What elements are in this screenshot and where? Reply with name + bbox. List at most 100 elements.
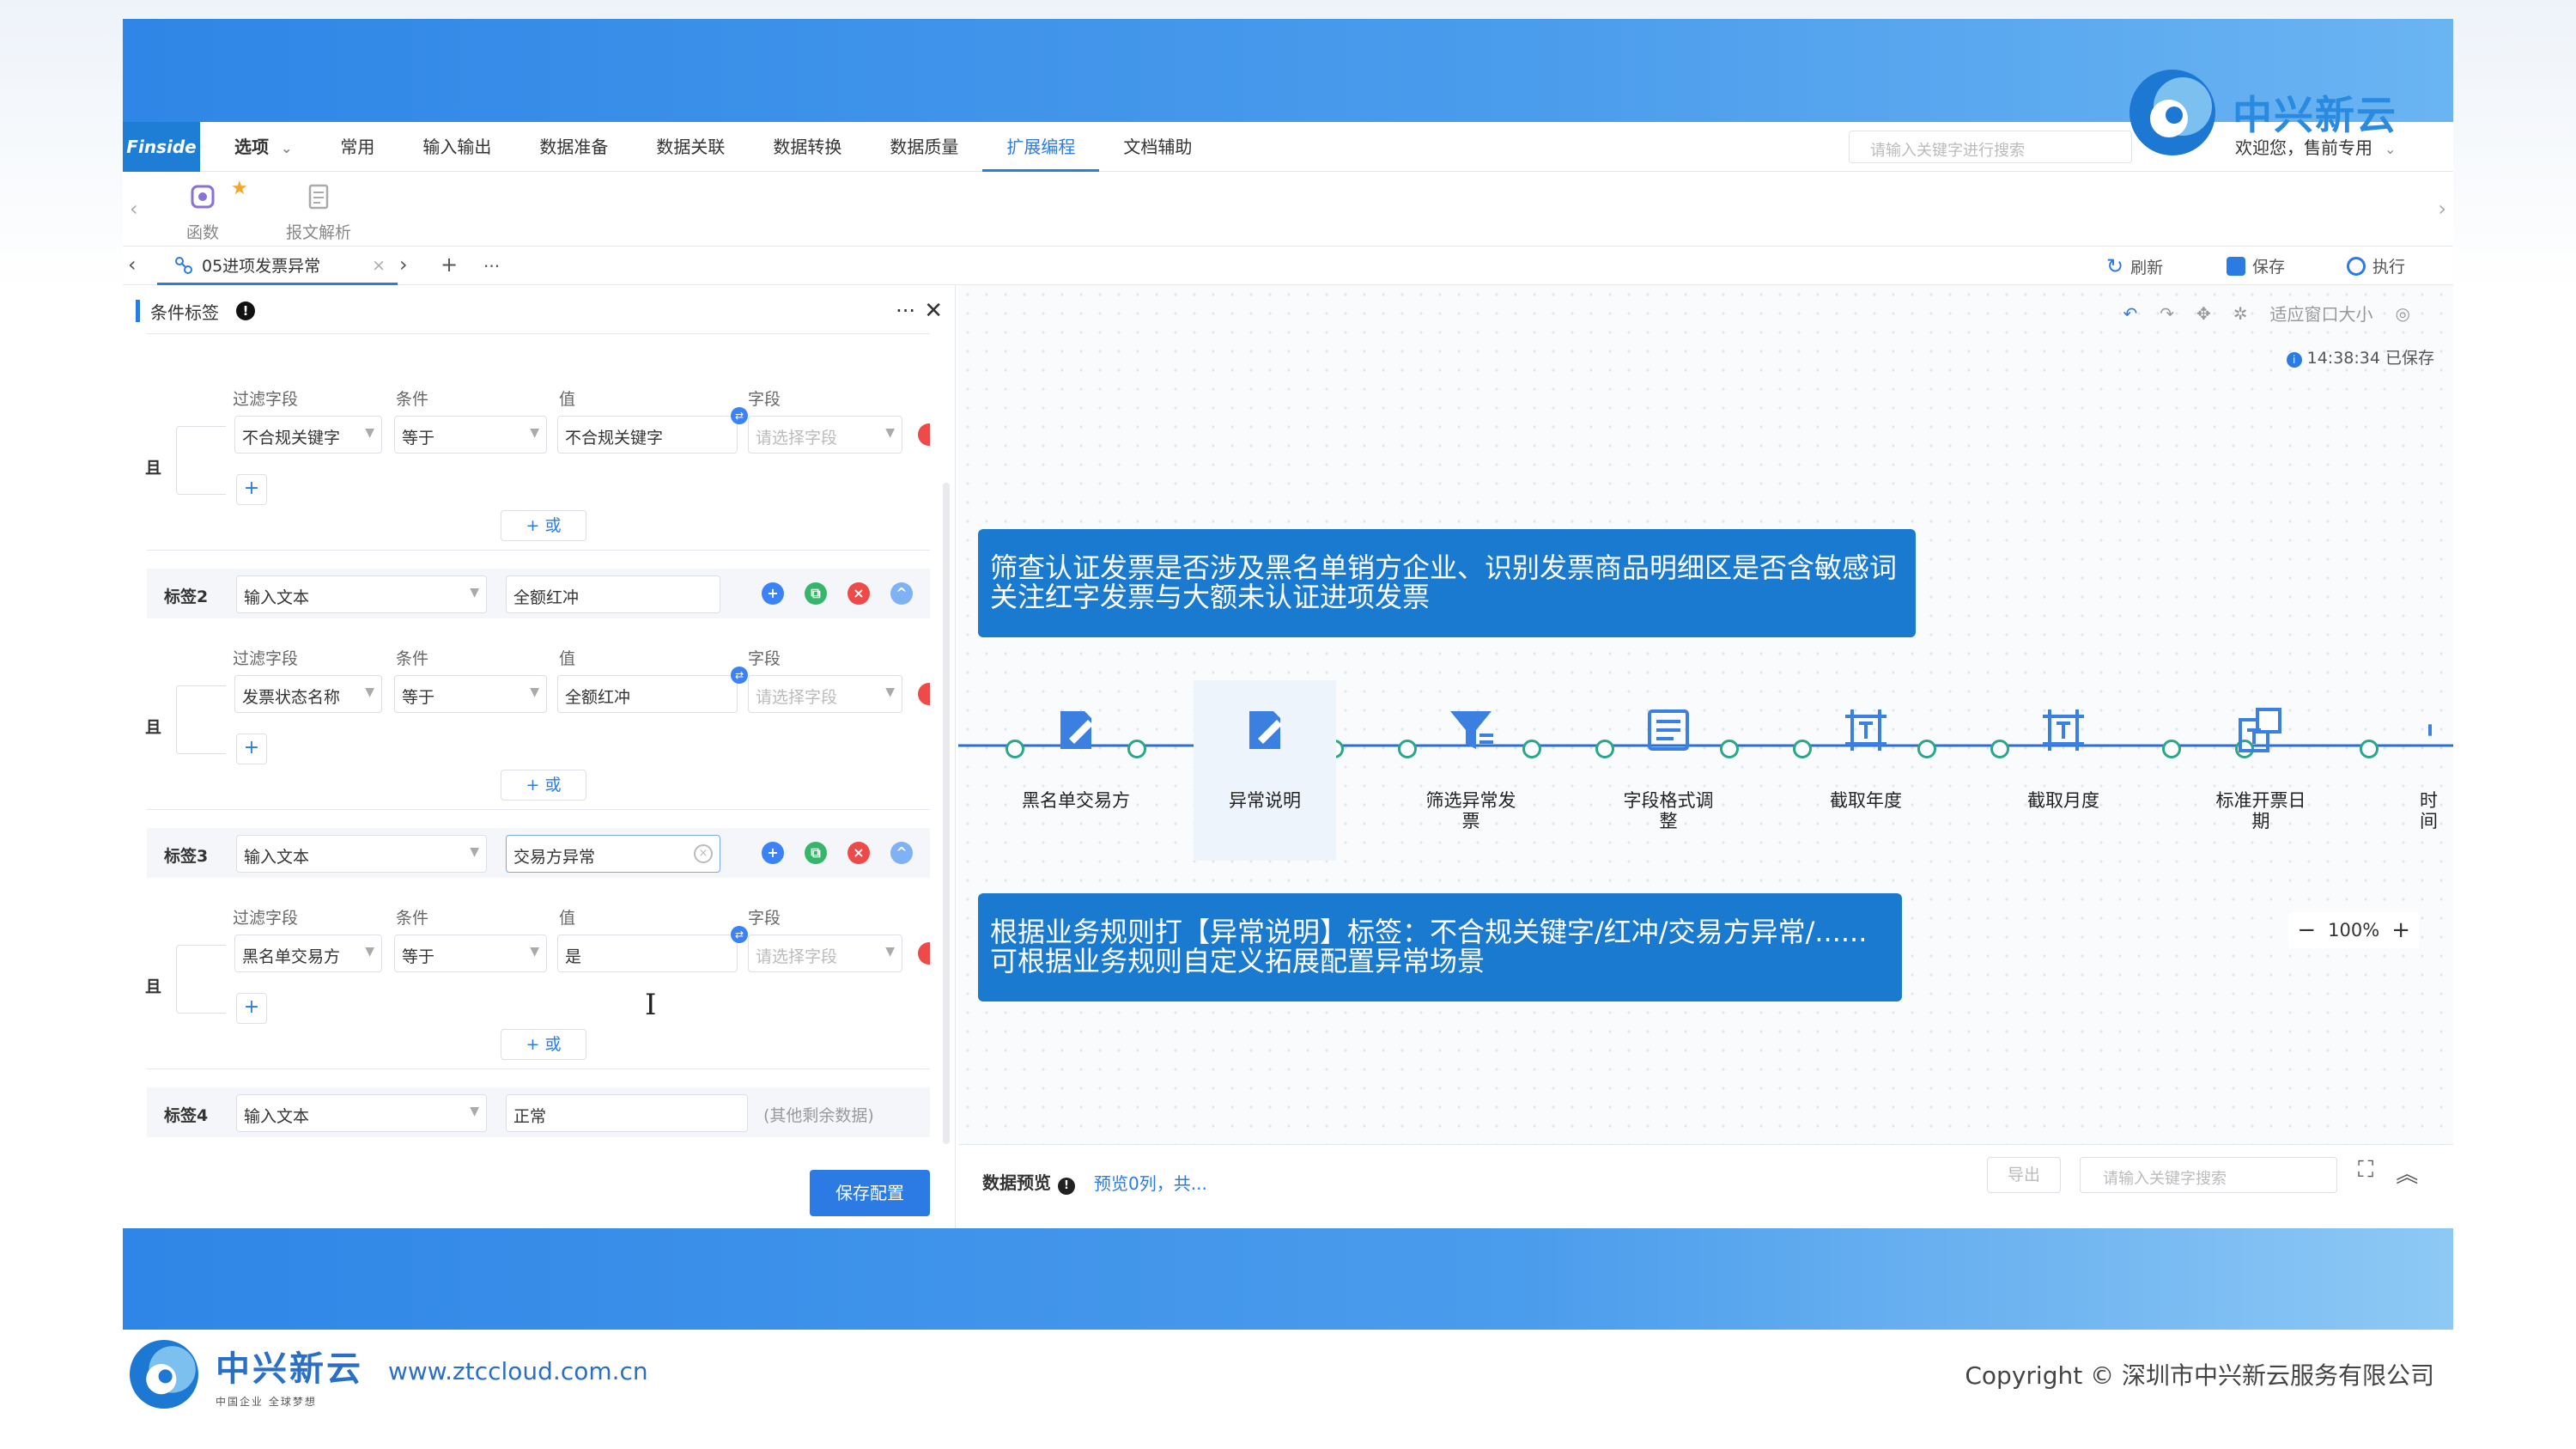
panel-more-button[interactable]: ··· [896,299,915,323]
flow-node-exception-note[interactable]: 异常说明 [1194,680,1336,861]
top-search-input[interactable]: 请输入关键字进行搜索 [1849,131,2132,163]
remove-condition-icon[interactable] [918,683,930,705]
tag-type-select-2[interactable]: 输入文本 ▼ [236,575,487,613]
or-button[interactable]: + 或 [501,510,586,541]
tag-type-select-3[interactable]: 输入文本 ▼ [236,835,487,873]
clear-input-icon[interactable]: × [694,844,713,863]
tab-next-icon[interactable]: › [399,253,408,277]
menu-io[interactable]: 输入输出 [398,122,515,172]
zoom-out-button[interactable]: − [2297,917,2316,943]
panel-scrollbar[interactable] [943,483,950,1144]
export-button[interactable]: 导出 [1987,1157,2061,1193]
location-icon[interactable]: ◎ [2396,303,2410,324]
add-tag-icon[interactable]: + [762,842,784,864]
menu-common[interactable]: 常用 [316,122,398,172]
menu-extension[interactable]: 扩展编程 [982,122,1100,172]
swap-icon[interactable]: ⇄ [731,667,748,684]
ribbon-left-arrow-icon[interactable]: ‹ [130,197,138,221]
save-config-button[interactable]: 保存配置 [810,1170,930,1216]
filter-field-select[interactable]: 发票状态名称 ▼ [234,675,382,713]
menu-data-join[interactable]: 数据关联 [632,122,749,172]
tag-text-input-2[interactable]: 全额红冲 [506,575,720,613]
tag-text-input-3[interactable]: 交易方异常 × [506,835,720,873]
refresh-button[interactable]: ↻ 刷新 [2106,254,2163,278]
footer-url[interactable]: www.ztccloud.com.cn [388,1357,648,1385]
tab-prev-icon[interactable]: ‹ [128,253,137,277]
add-tag-icon[interactable]: + [762,582,784,605]
menu-options[interactable]: 选项 ⌄ [200,122,316,172]
zoom-in-button[interactable]: + [2391,917,2410,943]
preview-info[interactable]: 预览0列，共... [1094,1170,1207,1195]
callout-box-1: 筛查认证发票是否涉及黑名单销方企业、识别发票商品明细区是否含敏感词 关注红字发票… [978,529,1916,637]
node-port[interactable] [2162,740,2181,758]
value-input[interactable]: 全额红冲 [557,675,738,713]
callout-2-line-2: 可根据业务规则自定义拓展配置异常场景 [990,945,1485,977]
flow-node-time[interactable]: 时间 [2394,704,2453,831]
filter-field-select[interactable]: 黑名单交易方 ▼ [234,935,382,972]
condition-select[interactable]: 等于 ▼ [394,675,547,713]
remove-condition-icon[interactable] [918,942,930,965]
substring-icon [1845,709,1886,751]
fit-window-button[interactable]: 适应窗口大小 [2270,301,2373,326]
undo-icon[interactable]: ↶ [2123,303,2137,324]
tag-type-select-4[interactable]: 输入文本 ▼ [236,1094,487,1132]
copy-tag-icon[interactable]: ⧉ [805,582,827,605]
ribbon-message-parse-button[interactable]: 报文解析 [286,183,351,243]
swap-icon[interactable]: ⇄ [731,926,748,943]
value-input[interactable]: 是 [557,935,738,972]
collapse-tag-icon[interactable]: ^ [890,842,913,864]
save-button[interactable]: 保存 [2227,254,2285,277]
swap-icon[interactable]: ⇄ [731,407,748,424]
format-icon [1648,709,1689,751]
menu-doc-assist[interactable]: 文档辅助 [1099,122,1216,172]
add-condition-button[interactable]: + [236,474,267,505]
settings-icon[interactable]: ✲ [2233,303,2248,324]
ribbon-right-arrow-icon[interactable]: › [2438,197,2446,221]
add-condition-button[interactable]: + [236,993,267,1024]
tab-more-button[interactable]: ··· [483,256,500,277]
flow-node-month[interactable]: 截取月度 [1999,704,2128,811]
value-input[interactable]: 不合规关键字 [557,416,738,454]
move-icon[interactable]: ✥ [2196,303,2211,324]
tab-add-button[interactable]: + [440,253,458,277]
flow-node-date[interactable]: 标准开票日期 [2196,704,2325,831]
filter-field-select[interactable]: 不合规关键字 ▼ [234,416,382,454]
menu-data-quality[interactable]: 数据质量 [866,122,982,172]
delete-tag-icon[interactable]: × [848,842,870,864]
remove-condition-icon[interactable] [918,423,930,446]
flow-node-filter[interactable]: 筛选异常发票 [1406,704,1535,831]
node-port[interactable] [2360,740,2379,758]
collapse-tag-icon[interactable]: ^ [890,582,913,605]
collapse-up-icon[interactable]: ︽ [2396,1157,2418,1189]
delete-tag-icon[interactable]: × [848,582,870,605]
flow-node-year[interactable]: 截取年度 [1801,704,1930,811]
tab-document[interactable]: 05进项发票异常 × [157,247,398,285]
app-logo[interactable]: Finside [123,122,200,172]
field-select[interactable]: 请选择字段 ▼ [748,935,902,972]
menu-data-prep[interactable]: 数据准备 [515,122,632,172]
favorite-star-icon[interactable]: ★ [231,178,248,199]
ribbon-function-button[interactable]: 函数 [186,183,219,243]
tab-close-icon[interactable]: × [372,256,386,275]
copy-tag-icon[interactable]: ⧉ [805,842,827,864]
flow-node-blacklist[interactable]: 黑名单交易方 [1012,704,1140,811]
info-icon[interactable]: ! [236,301,255,320]
preview-search-input[interactable]: 请输入关键字搜索 [2080,1157,2337,1193]
add-condition-button[interactable]: + [236,734,267,764]
condition-select[interactable]: 等于 ▼ [394,935,547,972]
info-icon[interactable]: ! [1058,1178,1075,1195]
field-select[interactable]: 请选择字段 ▼ [748,416,902,454]
dropdown-arrow-icon: ▼ [885,685,895,699]
flow-node-format[interactable]: 字段格式调整 [1604,704,1733,831]
field-select[interactable]: 请选择字段 ▼ [748,675,902,713]
redo-icon[interactable]: ↷ [2160,303,2174,324]
flow-canvas[interactable]: ↶ ↷ ✥ ✲ 适应窗口大小 ◎ i 14:38:34 已保存 筛查认证发票是否涉… [958,285,2453,1144]
or-button[interactable]: + 或 [501,770,586,801]
condition-select[interactable]: 等于 ▼ [394,416,547,454]
panel-close-icon[interactable]: ✕ [924,298,943,324]
expand-icon[interactable]: ⛶ [2358,1157,2373,1189]
tag-text-input-4[interactable]: 正常 [506,1094,748,1132]
menu-data-transform[interactable]: 数据转换 [749,122,866,172]
or-button[interactable]: + 或 [501,1029,586,1060]
run-button[interactable]: 执行 [2347,254,2405,277]
